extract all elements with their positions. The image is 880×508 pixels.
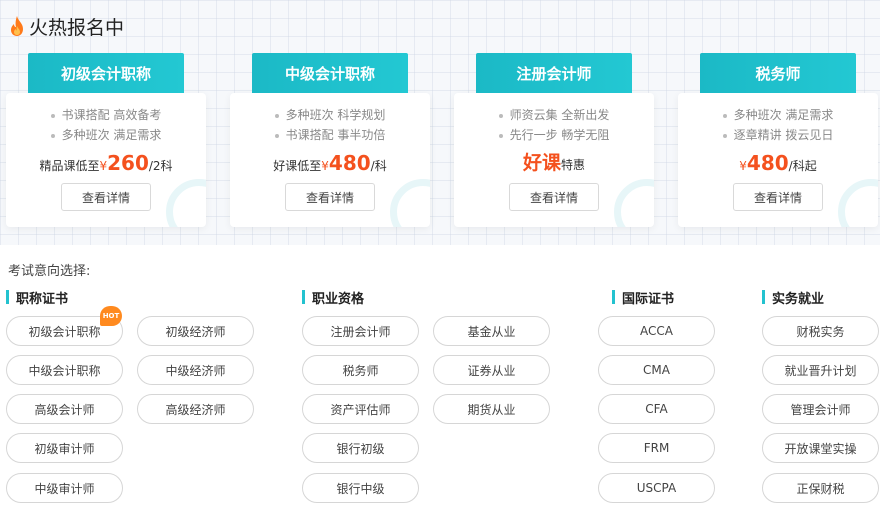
view-details-button[interactable]: 查看详情 <box>509 183 599 211</box>
card-body: 师资云集 全新出发 先行一步 畅学无阻 好课特惠 查看详情 <box>454 93 654 227</box>
card-body: 书课搭配 高效备考 多种班次 满足需求 精品课低至¥260/2科 查看详情 <box>6 93 206 227</box>
feature-line: 多种班次 满足需求 <box>678 106 878 123</box>
view-details-button[interactable]: 查看详情 <box>285 183 375 211</box>
feature-line: 逐章精讲 拨云见日 <box>678 126 878 143</box>
price-prefix: 精品课低至 <box>39 159 100 173</box>
price-suffix: /2科 <box>148 159 173 173</box>
exam-pill[interactable]: CFA <box>598 394 715 424</box>
card-header: 中级会计职称 <box>252 53 408 93</box>
exam-pill[interactable]: ACCA <box>598 316 715 346</box>
exam-pill[interactable]: 银行初级 <box>302 433 419 463</box>
exam-pill[interactable]: CMA <box>598 355 715 385</box>
price-suffix: /科 <box>370 159 387 173</box>
highlight-suffix: 特惠 <box>561 158 586 172</box>
price-line: 好课低至¥480/科 <box>230 150 430 176</box>
decorative-ring <box>614 179 654 227</box>
exam-pill[interactable]: 高级会计师 <box>6 394 123 424</box>
exam-pill[interactable]: 资产评估师 <box>302 394 419 424</box>
group-title-professional-titles: 职称证书 <box>6 289 68 307</box>
exam-intent-label: 考试意向选择: <box>8 264 91 279</box>
price-value: 480 <box>328 151 371 175</box>
exam-pill[interactable]: 管理会计师 <box>762 394 879 424</box>
highlight-text: 好课 <box>522 152 561 174</box>
exam-pill[interactable]: 财税实务 <box>762 316 879 346</box>
exam-pill[interactable]: 税务师 <box>302 355 419 385</box>
card-header: 注册会计师 <box>476 53 632 93</box>
hot-title: 火热报名中 <box>8 14 125 39</box>
exam-pill[interactable]: 中级经济师 <box>137 355 254 385</box>
price-value: 260 <box>107 151 149 175</box>
exam-pill[interactable]: 就业晋升计划 <box>762 355 879 385</box>
section-title: 火热报名中 <box>29 16 125 39</box>
hot-badge: HOT <box>100 306 122 326</box>
price-line: 精品课低至¥260/2科 <box>6 150 206 176</box>
currency-symbol: ¥ <box>99 159 108 173</box>
course-card-intermediate-accounting: 中级会计职称 多种班次 科学规划 书课搭配 事半功倍 好课低至¥480/科 查看… <box>230 53 430 227</box>
price-suffix: /科起 <box>788 159 817 173</box>
course-card-cpa: 注册会计师 师资云集 全新出发 先行一步 畅学无阻 好课特惠 查看详情 <box>454 53 654 227</box>
exam-pill[interactable]: 开放课堂实操 <box>762 433 879 463</box>
feature-line: 多种班次 满足需求 <box>6 126 206 143</box>
exam-pill[interactable]: USCPA <box>598 473 715 503</box>
exam-pill[interactable]: 中级审计师 <box>6 473 123 503</box>
exam-pill[interactable]: 银行中级 <box>302 473 419 503</box>
exam-pill[interactable]: 注册会计师 <box>302 316 419 346</box>
group-title-qualifications: 职业资格 <box>302 289 364 307</box>
exam-pill[interactable]: 基金从业 <box>433 316 550 346</box>
course-card-tax-advisor: 税务师 多种班次 满足需求 逐章精讲 拨云见日 ¥480/科起 查看详情 <box>678 53 878 227</box>
view-details-button[interactable]: 查看详情 <box>733 183 823 211</box>
decorative-ring <box>166 179 206 227</box>
price-prefix: 好课低至 <box>273 159 322 173</box>
exam-pill[interactable]: 证券从业 <box>433 355 550 385</box>
exam-pill[interactable]: 期货从业 <box>433 394 550 424</box>
card-body: 多种班次 满足需求 逐章精讲 拨云见日 ¥480/科起 查看详情 <box>678 93 878 227</box>
exam-pill[interactable]: 初级审计师 <box>6 433 123 463</box>
feature-line: 多种班次 科学规划 <box>230 106 430 123</box>
group-title-practice: 实务就业 <box>762 289 824 307</box>
exam-pill[interactable]: 中级会计职称 <box>6 355 123 385</box>
decorative-ring <box>390 179 430 227</box>
card-header: 税务师 <box>700 53 856 93</box>
feature-line: 先行一步 畅学无阻 <box>454 126 654 143</box>
currency-symbol: ¥ <box>739 159 747 173</box>
decorative-ring <box>838 179 878 227</box>
currency-symbol: ¥ <box>321 159 329 173</box>
course-card-junior-accounting: 初级会计职称 书课搭配 高效备考 多种班次 满足需求 精品课低至¥260/2科 … <box>6 53 206 227</box>
feature-line: 书课搭配 高效备考 <box>6 106 206 123</box>
feature-line: 师资云集 全新出发 <box>454 106 654 123</box>
group-title-international: 国际证书 <box>612 289 674 307</box>
view-details-button[interactable]: 查看详情 <box>61 183 151 211</box>
exam-pill[interactable]: 正保财税 <box>762 473 879 503</box>
flame-icon <box>11 16 23 36</box>
price-line: 好课特惠 <box>454 150 654 176</box>
feature-line: 书课搭配 事半功倍 <box>230 126 430 143</box>
price-line: ¥480/科起 <box>678 150 878 176</box>
exam-pill[interactable]: 初级经济师 <box>137 316 254 346</box>
exam-pill[interactable]: 高级经济师 <box>137 394 254 424</box>
card-body: 多种班次 科学规划 书课搭配 事半功倍 好课低至¥480/科 查看详情 <box>230 93 430 227</box>
price-value: 480 <box>746 151 789 175</box>
card-header: 初级会计职称 <box>28 53 184 93</box>
exam-pill[interactable]: FRM <box>598 433 715 463</box>
hot-enrollment-section: 火热报名中 初级会计职称 书课搭配 高效备考 多种班次 满足需求 精品课低至¥2… <box>0 0 880 245</box>
